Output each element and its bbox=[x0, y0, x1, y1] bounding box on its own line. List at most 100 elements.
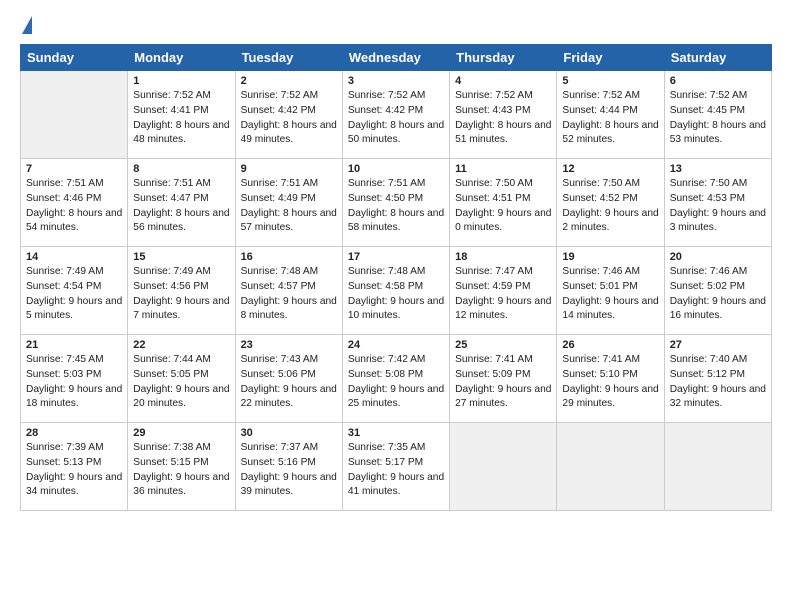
header bbox=[20, 16, 772, 34]
calendar-day-header: Saturday bbox=[664, 45, 771, 71]
calendar-cell: 8 Sunrise: 7:51 AM Sunset: 4:47 PM Daylig… bbox=[128, 159, 235, 247]
cell-content: Sunrise: 7:41 AM Sunset: 5:09 PM Dayligh… bbox=[455, 353, 551, 412]
day-number: 29 bbox=[133, 427, 229, 439]
calendar-cell: 11Sunrise: 7:50 AM Sunset: 4:51 PM Dayli… bbox=[450, 159, 557, 247]
cell-content: Sunrise: 7:52 AM Sunset: 4:44 PM Dayligh… bbox=[562, 89, 658, 148]
calendar-week-row: 21Sunrise: 7:45 AM Sunset: 5:03 PM Dayli… bbox=[21, 335, 772, 423]
cell-content: Sunrise: 7:40 AM Sunset: 5:12 PM Dayligh… bbox=[670, 353, 766, 412]
cell-content: Sunrise: 7:48 AM Sunset: 4:58 PM Dayligh… bbox=[348, 265, 444, 324]
calendar-cell bbox=[664, 423, 771, 511]
calendar-cell: 23 Sunrise: 7:43 AM Sunset: 5:06 PM Dayli… bbox=[235, 335, 342, 423]
day-number: 4 bbox=[455, 75, 551, 87]
logo-triangle-icon bbox=[22, 16, 32, 34]
cell-content: Sunrise: 7:37 AM Sunset: 5:16 PM Dayligh… bbox=[241, 441, 337, 500]
cell-content: Sunrise: 7:44 AM Sunset: 5:05 PM Dayligh… bbox=[133, 353, 229, 412]
calendar-cell bbox=[450, 423, 557, 511]
cell-content: Sunrise: 7:52 AM Sunset: 4:43 PM Dayligh… bbox=[455, 89, 551, 148]
calendar-cell: 6 Sunrise: 7:52 AM Sunset: 4:45 PM Daylig… bbox=[664, 71, 771, 159]
calendar-table: SundayMondayTuesdayWednesdayThursdayFrid… bbox=[20, 44, 772, 511]
calendar-week-row: 7 Sunrise: 7:51 AM Sunset: 4:46 PM Daylig… bbox=[21, 159, 772, 247]
calendar-cell: 12 Sunrise: 7:50 AM Sunset: 4:52 PM Dayli… bbox=[557, 159, 664, 247]
cell-content: Sunrise: 7:39 AM Sunset: 5:13 PM Dayligh… bbox=[26, 441, 122, 500]
calendar-cell: 30Sunrise: 7:37 AM Sunset: 5:16 PM Dayli… bbox=[235, 423, 342, 511]
day-number: 1 bbox=[133, 75, 229, 87]
day-number: 16 bbox=[241, 251, 337, 263]
cell-content: Sunrise: 7:43 AM Sunset: 5:06 PM Dayligh… bbox=[241, 353, 337, 412]
cell-content: Sunrise: 7:50 AM Sunset: 4:53 PM Dayligh… bbox=[670, 177, 766, 236]
cell-content: Sunrise: 7:47 AM Sunset: 4:59 PM Dayligh… bbox=[455, 265, 551, 324]
calendar-day-header: Monday bbox=[128, 45, 235, 71]
calendar-cell: 26 Sunrise: 7:41 AM Sunset: 5:10 PM Dayli… bbox=[557, 335, 664, 423]
calendar-day-header: Wednesday bbox=[342, 45, 449, 71]
cell-content: Sunrise: 7:51 AM Sunset: 4:46 PM Dayligh… bbox=[26, 177, 122, 236]
cell-content: Sunrise: 7:38 AM Sunset: 5:15 PM Dayligh… bbox=[133, 441, 229, 500]
calendar-cell: 9 Sunrise: 7:51 AM Sunset: 4:49 PM Daylig… bbox=[235, 159, 342, 247]
calendar-cell: 18 Sunrise: 7:47 AM Sunset: 4:59 PM Dayli… bbox=[450, 247, 557, 335]
cell-content: Sunrise: 7:45 AM Sunset: 5:03 PM Dayligh… bbox=[26, 353, 122, 412]
day-number: 17 bbox=[348, 251, 444, 263]
calendar-cell: 22 Sunrise: 7:44 AM Sunset: 5:05 PM Dayli… bbox=[128, 335, 235, 423]
day-number: 18 bbox=[455, 251, 551, 263]
day-number: 15 bbox=[133, 251, 229, 263]
day-number: 25 bbox=[455, 339, 551, 351]
calendar-cell: 27 Sunrise: 7:40 AM Sunset: 5:12 PM Dayli… bbox=[664, 335, 771, 423]
day-number: 5 bbox=[562, 75, 658, 87]
day-number: 3 bbox=[348, 75, 444, 87]
day-number: 12 bbox=[562, 163, 658, 175]
cell-content: Sunrise: 7:51 AM Sunset: 4:47 PM Dayligh… bbox=[133, 177, 229, 236]
calendar-cell bbox=[557, 423, 664, 511]
cell-content: Sunrise: 7:46 AM Sunset: 5:02 PM Dayligh… bbox=[670, 265, 766, 324]
cell-content: Sunrise: 7:42 AM Sunset: 5:08 PM Dayligh… bbox=[348, 353, 444, 412]
calendar-cell: 16 Sunrise: 7:48 AM Sunset: 4:57 PM Dayli… bbox=[235, 247, 342, 335]
calendar-cell: 3 Sunrise: 7:52 AM Sunset: 4:42 PM Daylig… bbox=[342, 71, 449, 159]
day-number: 19 bbox=[562, 251, 658, 263]
calendar-day-header: Tuesday bbox=[235, 45, 342, 71]
cell-content: Sunrise: 7:49 AM Sunset: 4:56 PM Dayligh… bbox=[133, 265, 229, 324]
cell-content: Sunrise: 7:51 AM Sunset: 4:49 PM Dayligh… bbox=[241, 177, 337, 236]
calendar-cell: 17 Sunrise: 7:48 AM Sunset: 4:58 PM Dayli… bbox=[342, 247, 449, 335]
day-number: 11 bbox=[455, 163, 551, 175]
cell-content: Sunrise: 7:41 AM Sunset: 5:10 PM Dayligh… bbox=[562, 353, 658, 412]
cell-content: Sunrise: 7:49 AM Sunset: 4:54 PM Dayligh… bbox=[26, 265, 122, 324]
day-number: 27 bbox=[670, 339, 766, 351]
calendar-cell: 21Sunrise: 7:45 AM Sunset: 5:03 PM Dayli… bbox=[21, 335, 128, 423]
cell-content: Sunrise: 7:48 AM Sunset: 4:57 PM Dayligh… bbox=[241, 265, 337, 324]
cell-content: Sunrise: 7:52 AM Sunset: 4:41 PM Dayligh… bbox=[133, 89, 229, 148]
calendar-cell: 1 Sunrise: 7:52 AM Sunset: 4:41 PM Daylig… bbox=[128, 71, 235, 159]
day-number: 23 bbox=[241, 339, 337, 351]
cell-content: Sunrise: 7:35 AM Sunset: 5:17 PM Dayligh… bbox=[348, 441, 444, 500]
day-number: 6 bbox=[670, 75, 766, 87]
calendar-cell: 24Sunrise: 7:42 AM Sunset: 5:08 PM Dayli… bbox=[342, 335, 449, 423]
calendar-cell: 28 Sunrise: 7:39 AM Sunset: 5:13 PM Dayli… bbox=[21, 423, 128, 511]
day-number: 13 bbox=[670, 163, 766, 175]
calendar-week-row: 28 Sunrise: 7:39 AM Sunset: 5:13 PM Dayli… bbox=[21, 423, 772, 511]
cell-content: Sunrise: 7:46 AM Sunset: 5:01 PM Dayligh… bbox=[562, 265, 658, 324]
day-number: 22 bbox=[133, 339, 229, 351]
day-number: 8 bbox=[133, 163, 229, 175]
day-number: 9 bbox=[241, 163, 337, 175]
calendar-cell: 15 Sunrise: 7:49 AM Sunset: 4:56 PM Dayli… bbox=[128, 247, 235, 335]
calendar-cell: 25 Sunrise: 7:41 AM Sunset: 5:09 PM Dayli… bbox=[450, 335, 557, 423]
calendar-day-header: Thursday bbox=[450, 45, 557, 71]
cell-content: Sunrise: 7:50 AM Sunset: 4:52 PM Dayligh… bbox=[562, 177, 658, 236]
calendar-cell: 5 Sunrise: 7:52 AM Sunset: 4:44 PM Daylig… bbox=[557, 71, 664, 159]
day-number: 28 bbox=[26, 427, 122, 439]
calendar-cell: 13 Sunrise: 7:50 AM Sunset: 4:53 PM Dayli… bbox=[664, 159, 771, 247]
calendar-cell: 14 Sunrise: 7:49 AM Sunset: 4:54 PM Dayli… bbox=[21, 247, 128, 335]
day-number: 14 bbox=[26, 251, 122, 263]
calendar-cell: 31Sunrise: 7:35 AM Sunset: 5:17 PM Dayli… bbox=[342, 423, 449, 511]
logo bbox=[20, 16, 32, 34]
cell-content: Sunrise: 7:52 AM Sunset: 4:45 PM Dayligh… bbox=[670, 89, 766, 148]
page-container: SundayMondayTuesdayWednesdayThursdayFrid… bbox=[0, 0, 792, 521]
day-number: 26 bbox=[562, 339, 658, 351]
calendar-week-row: 1 Sunrise: 7:52 AM Sunset: 4:41 PM Daylig… bbox=[21, 71, 772, 159]
cell-content: Sunrise: 7:51 AM Sunset: 4:50 PM Dayligh… bbox=[348, 177, 444, 236]
calendar-cell bbox=[21, 71, 128, 159]
day-number: 7 bbox=[26, 163, 122, 175]
calendar-cell: 2Sunrise: 7:52 AM Sunset: 4:42 PM Daylig… bbox=[235, 71, 342, 159]
cell-content: Sunrise: 7:52 AM Sunset: 4:42 PM Dayligh… bbox=[348, 89, 444, 148]
calendar-week-row: 14 Sunrise: 7:49 AM Sunset: 4:54 PM Dayli… bbox=[21, 247, 772, 335]
calendar-header-row: SundayMondayTuesdayWednesdayThursdayFrid… bbox=[21, 45, 772, 71]
calendar-cell: 29 Sunrise: 7:38 AM Sunset: 5:15 PM Dayli… bbox=[128, 423, 235, 511]
cell-content: Sunrise: 7:52 AM Sunset: 4:42 PM Dayligh… bbox=[241, 89, 337, 148]
